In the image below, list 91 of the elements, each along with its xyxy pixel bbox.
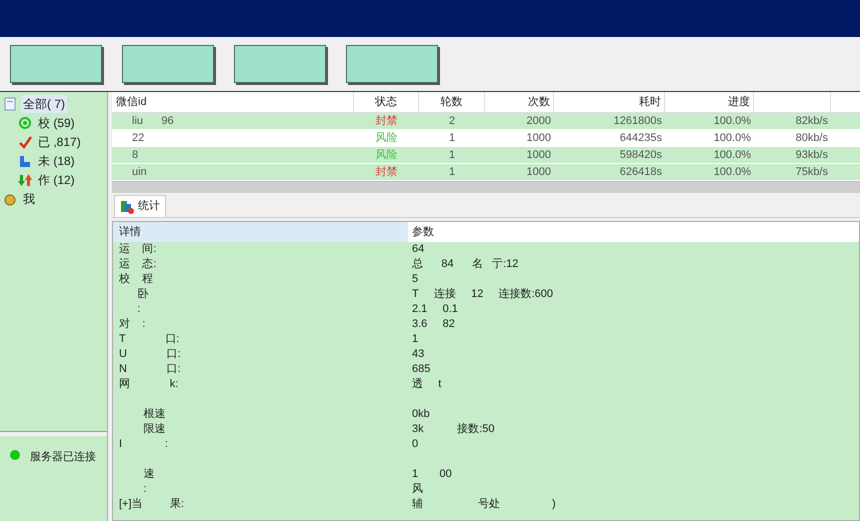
table-cell-text: 封禁: [374, 114, 398, 129]
up-down-arrows-icon: [18, 172, 32, 186]
table-row[interactable]: 8 风险 1 1000 598420s 100.0% 93kb/s: [112, 147, 860, 164]
table-cell-text: 1: [448, 148, 456, 163]
table-cell-text: 598420s: [618, 148, 663, 163]
detail-label: 运 态:: [119, 258, 156, 270]
table-cell-text: 100.0%: [712, 148, 752, 163]
table-cell-text: 93kb/s: [794, 148, 829, 163]
detail-label: :: [136, 303, 140, 315]
column-header[interactable]: 参数: [408, 222, 859, 242]
detail-value: 3k 接数:50: [412, 423, 495, 435]
detail-value: 1 00: [412, 468, 452, 480]
column-header[interactable]: 详情: [113, 222, 408, 242]
table-cell-text: liu 96: [131, 114, 175, 129]
detail-value: 透 t: [412, 378, 442, 390]
tree-item[interactable]: 未 (18): [36, 152, 77, 170]
column-header[interactable]: 耗时: [554, 92, 665, 112]
toolbar-button[interactable]: [234, 45, 326, 83]
detail-value: 总 84 名 亍:12: [412, 258, 518, 270]
tree-item[interactable]: 校 (59): [36, 114, 77, 132]
table-cell-text: 644235s: [618, 131, 663, 146]
table-cell-text: 1000: [526, 148, 552, 163]
table-cell-text: 100.0%: [712, 131, 752, 146]
detail-value: 64: [412, 243, 424, 255]
detail-value: 685: [412, 363, 430, 375]
table-cell-text: 100.0%: [712, 114, 752, 129]
chart-app-icon: [120, 200, 134, 214]
tree-item[interactable]: 已 ,817): [36, 132, 83, 150]
detail-value: 2.1 0.1: [412, 303, 458, 315]
coin-icon: [3, 192, 17, 206]
table-cell-text: 风险: [374, 131, 398, 146]
column-header[interactable]: 进度: [665, 92, 754, 112]
detail-label: 网 k:: [119, 378, 178, 390]
detail-label: I :: [119, 438, 168, 450]
detail-value: 1: [412, 333, 418, 345]
detail-label: 对 :: [119, 318, 146, 330]
table-cell-text: 22: [131, 131, 146, 146]
detail-label: 限速: [142, 423, 166, 435]
detail-value: 辅 号处 ): [412, 498, 556, 510]
detail-value: 5: [412, 273, 418, 285]
table-cell-text: 2000: [526, 114, 552, 129]
detail-label: N 口:: [119, 363, 181, 375]
table-cell-text: 风险: [374, 148, 398, 163]
table-cell-text: 80kb/s: [794, 131, 829, 146]
table-row[interactable]: liu 96 封禁 2 2000 1261800s 100.0% 82kb/s: [112, 113, 860, 130]
detail-label: U 口:: [119, 348, 181, 360]
table-cell-text: 75kb/s: [794, 165, 829, 180]
table-cell-text: 100.0%: [712, 165, 752, 180]
detail-label: :: [142, 483, 147, 495]
status-text: 服务器已连接: [30, 450, 96, 465]
document-icon: [3, 96, 17, 110]
table-row[interactable]: uin 封禁 1 1000 626418s 100.0% 75kb/s: [112, 164, 860, 181]
detail-label: 根速: [142, 408, 166, 420]
column-header[interactable]: 次数: [485, 92, 554, 112]
detail-label: 运 间:: [119, 243, 156, 255]
tree-item[interactable]: 作 (12): [36, 170, 77, 188]
column-header[interactable]: 状态: [354, 92, 419, 112]
toolbar-button[interactable]: [122, 45, 214, 83]
table-cell-text: 1: [448, 165, 456, 180]
detail-value: 0kb: [412, 408, 430, 420]
detail-value: 43: [412, 348, 424, 360]
table-cell-text: 2: [448, 114, 456, 129]
table-cell-text: 1000: [526, 165, 552, 180]
block-icon: [18, 154, 32, 168]
column-header[interactable]: 轮数: [419, 92, 485, 112]
table-cell-text: 626418s: [618, 165, 663, 180]
detail-label: 卧: [136, 288, 148, 300]
check-icon: [18, 134, 32, 148]
table-cell-text: 1000: [526, 131, 552, 146]
horizontal-scrollbar[interactable]: [112, 181, 860, 193]
tab[interactable]: 统计: [114, 195, 166, 217]
toolbar-button[interactable]: [346, 45, 438, 83]
detail-value: T 连接 12 连接数:600: [412, 288, 554, 300]
detail-label: 速: [142, 468, 154, 480]
table-cell-text: 1: [448, 131, 456, 146]
table-cell-text: 82kb/s: [794, 114, 829, 129]
detail-value: 0: [412, 438, 418, 450]
table-cell-text: 1261800s: [612, 114, 663, 129]
tree-item[interactable]: 全部( 7): [21, 94, 67, 112]
tree-item[interactable]: 我: [21, 190, 37, 208]
toolbar-button[interactable]: [10, 45, 102, 83]
column-header[interactable]: 微信id: [112, 92, 354, 112]
detail-label: 校 程: [119, 273, 154, 285]
target-icon: [18, 116, 32, 130]
table-cell-text: 封禁: [374, 165, 398, 180]
detail-value: 3.6 82: [412, 318, 455, 330]
table-cell-text: uin: [131, 165, 148, 180]
table-cell-text: 8: [131, 148, 140, 163]
detail-value: 风: [412, 483, 423, 495]
detail-label: [+]当 果:: [119, 498, 184, 510]
detail-label: T 口:: [119, 333, 180, 345]
